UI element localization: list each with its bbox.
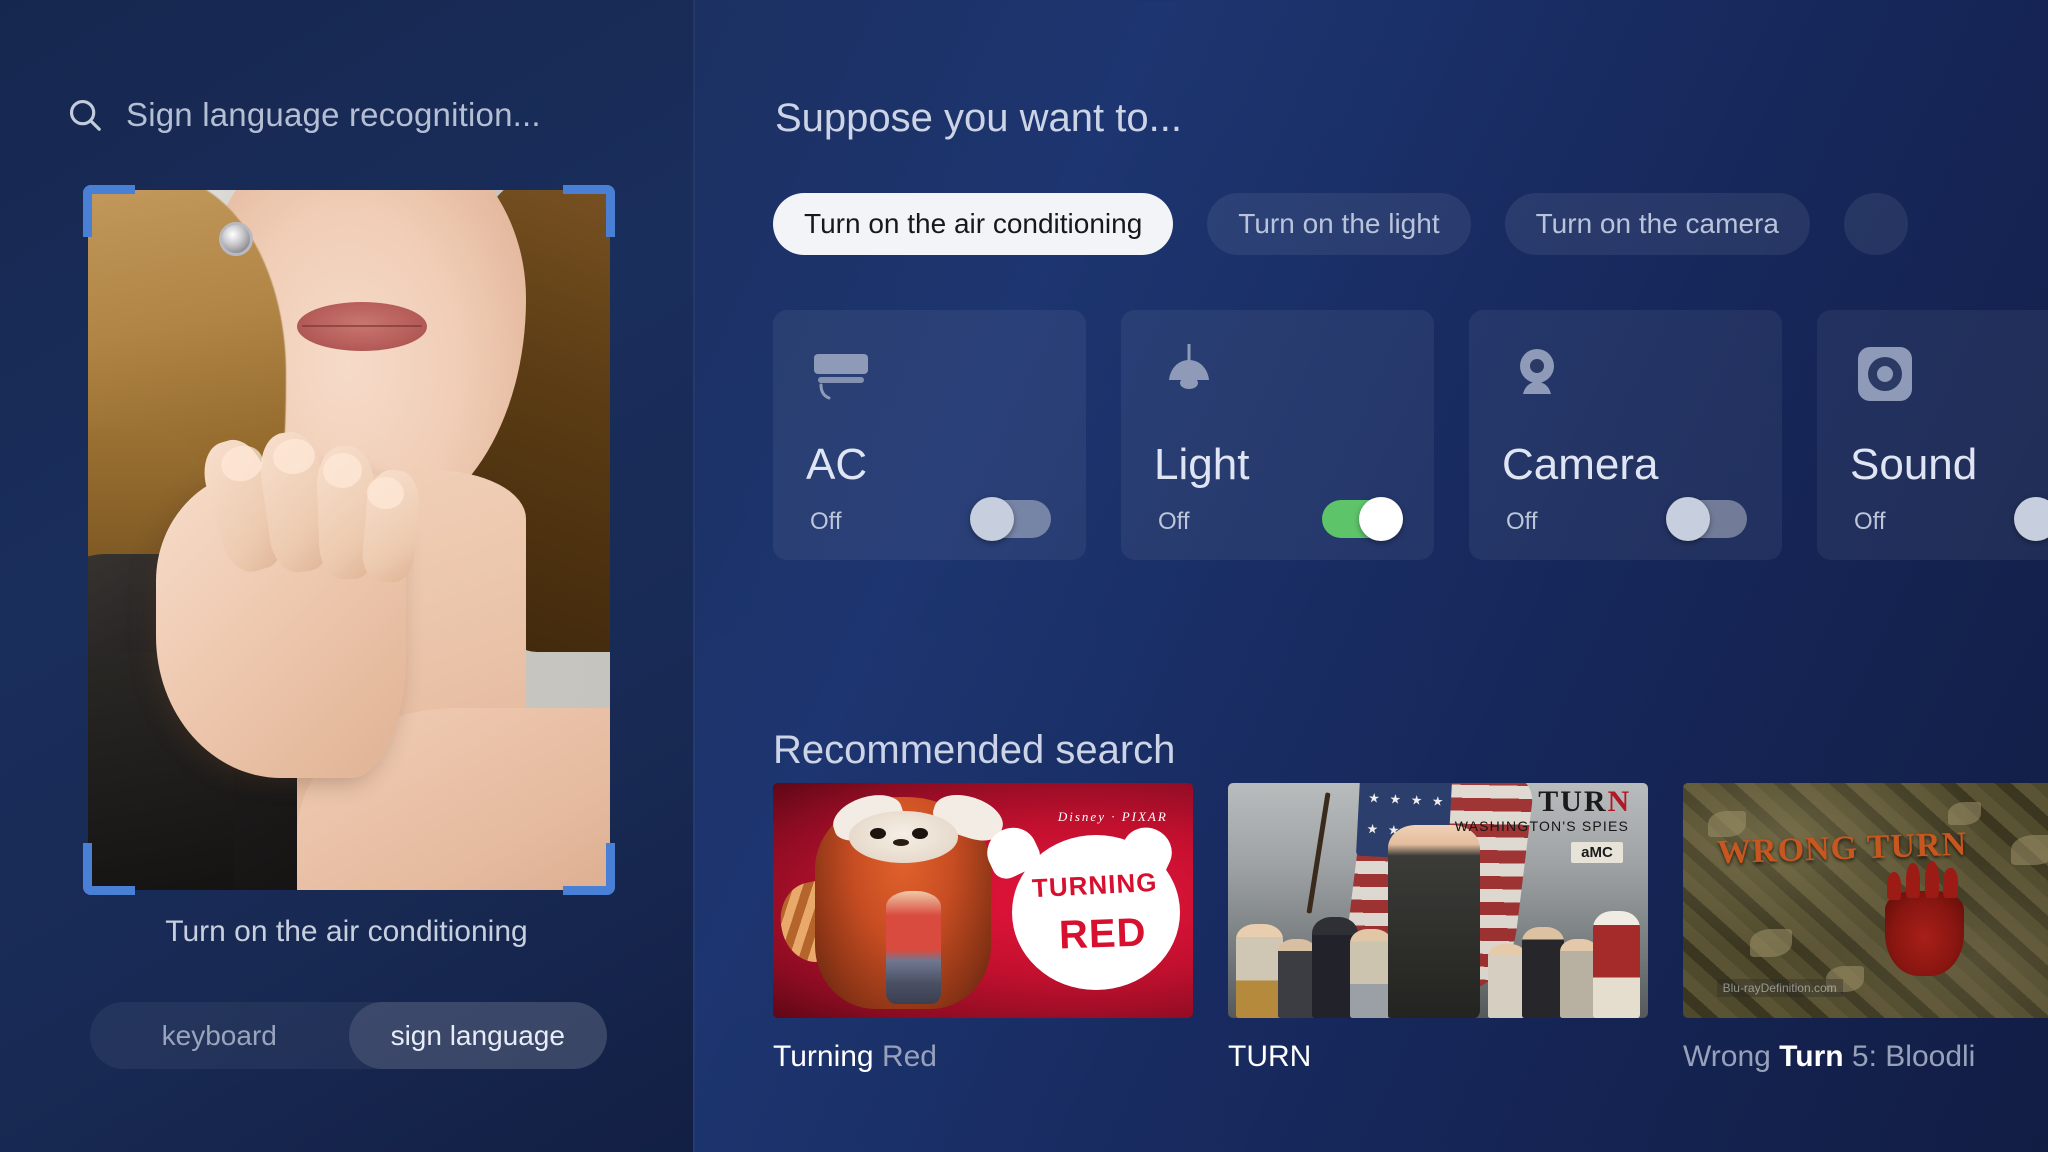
device-toggle-camera[interactable]	[1666, 497, 1747, 541]
sign-language-input-panel: Sign language recognition... Turn on the…	[0, 0, 693, 1152]
device-card-camera[interactable]: Camera Off	[1469, 310, 1782, 560]
frame-corner-top-left-icon	[83, 185, 135, 237]
device-card-light[interactable]: Light Off	[1121, 310, 1434, 560]
search-input[interactable]: Sign language recognition...	[126, 96, 541, 134]
input-mode-sign-language[interactable]: sign language	[348, 1002, 607, 1069]
device-state: Off	[810, 508, 842, 535]
crowd-person	[1236, 924, 1283, 1018]
result-title: Wrong Turn 5: Bloodli	[1683, 1040, 2048, 1074]
chip-turn-on-the-light[interactable]: Turn on the light	[1207, 193, 1471, 255]
input-mode-keyboard[interactable]: keyboard	[90, 1002, 349, 1069]
pendant-lamp-icon	[1157, 342, 1221, 406]
crowd-person	[1488, 944, 1527, 1018]
recommended-results: Disney · PIXAR TURNING RED Turning Red ★…	[773, 783, 2048, 1074]
device-toggle-light[interactable]	[1322, 497, 1403, 541]
leaf	[1750, 928, 1793, 957]
device-name: AC	[806, 440, 868, 489]
turn-poster[interactable]: ★★★★★★★★ TURN WASHINGTON'S SP	[1228, 783, 1648, 1018]
title-match: TURN	[1228, 1040, 1312, 1073]
flag-star-icon: ★	[1389, 791, 1402, 808]
result-item-turn[interactable]: ★★★★★★★★ TURN WASHINGTON'S SP	[1228, 783, 1648, 1074]
result-item-turning-red[interactable]: Disney · PIXAR TURNING RED Turning Red	[773, 783, 1193, 1074]
title-rest: 5: Bloodli	[1843, 1040, 1976, 1073]
toggle-knob	[970, 497, 1014, 541]
turning-red-poster[interactable]: Disney · PIXAR TURNING RED	[773, 783, 1193, 1018]
camera-preview	[88, 190, 610, 890]
webcam-icon	[1505, 342, 1569, 406]
device-card-ac[interactable]: AC Off	[773, 310, 1086, 560]
chip-turn-on-the-air-conditioning[interactable]: Turn on the air conditioning	[773, 193, 1174, 255]
crowd-person	[1349, 929, 1392, 1018]
recommended-search-title: Recommended search	[773, 728, 1176, 772]
toggle-knob	[1666, 497, 1710, 541]
device-toggle-ac[interactable]	[970, 497, 1051, 541]
flag-star-icon: ★	[1410, 793, 1423, 809]
device-name: Light	[1154, 440, 1250, 489]
crowd-person	[1593, 911, 1640, 1018]
suggestion-chips: Turn on the air conditioning Turn on the…	[773, 193, 1908, 255]
poster-studio-text: Disney · PIXAR	[1057, 808, 1168, 824]
crowd-person	[1559, 939, 1598, 1018]
device-card-list: AC Off Light Off Camera Off Sound Off	[773, 310, 2048, 560]
result-title: TURN	[1228, 1040, 1648, 1074]
leaf	[2010, 834, 2048, 866]
result-item-wrong-turn[interactable]: WRONG TURN Blu-rayDefinition.com Wrong T…	[1683, 783, 2048, 1074]
chip-turn-on-the-camera[interactable]: Turn on the camera	[1504, 193, 1810, 255]
crowd-person	[1522, 926, 1564, 1018]
sign-language-camera-frame[interactable]	[83, 185, 615, 895]
device-card-sound[interactable]: Sound Off	[1817, 310, 2048, 560]
girl-character	[886, 891, 941, 1004]
device-state: Off	[1506, 508, 1538, 535]
flag-star-icon: ★	[1366, 821, 1379, 837]
hand-finger	[1905, 862, 1921, 899]
search-bar[interactable]: Sign language recognition...	[66, 96, 541, 134]
device-name: Sound	[1850, 440, 1978, 489]
suggestions-title: Suppose you want to...	[775, 96, 1182, 140]
result-title: Turning Red	[773, 1040, 1193, 1074]
title-match: Turn	[1779, 1040, 1844, 1073]
air-conditioner-icon	[809, 342, 873, 406]
poster-title-line2: RED	[1058, 910, 1148, 958]
device-name: Camera	[1502, 440, 1659, 489]
poster-title: TURN	[1538, 785, 1631, 819]
title-prefix: Wrong	[1683, 1040, 1780, 1073]
wrong-turn-poster[interactable]: WRONG TURN Blu-rayDefinition.com	[1683, 783, 2048, 1018]
device-toggle-sound[interactable]	[2014, 497, 2048, 541]
suggestions-panel: Suppose you want to... Turn on the air c…	[693, 0, 2048, 1152]
lip-line	[302, 325, 423, 328]
frame-corner-top-right-icon	[563, 185, 615, 237]
device-state: Off	[1854, 508, 1886, 535]
camera-photo	[88, 190, 610, 890]
hand-finger	[1924, 860, 1940, 899]
poster-title-text: TURN	[1538, 785, 1632, 819]
input-mode-toggle[interactable]: keyboard sign language	[90, 1002, 607, 1069]
search-icon	[66, 96, 104, 134]
earring	[218, 221, 253, 256]
poster-title-line1: TURNING	[1031, 866, 1158, 904]
crowd-person	[1278, 939, 1317, 1018]
panda-face	[848, 811, 958, 863]
hand-finger	[1886, 872, 1902, 901]
flag-star-icon: ★	[1431, 794, 1445, 810]
speaker-icon	[1853, 342, 1917, 406]
hero-figure	[1387, 825, 1480, 1018]
flag-star-icon: ★	[1368, 790, 1381, 807]
title-rest: Red	[873, 1040, 937, 1073]
device-state: Off	[1158, 508, 1190, 535]
hand-finger	[1943, 867, 1959, 899]
poster-watermark: Blu-rayDefinition.com	[1716, 978, 1843, 997]
bloody-hand	[1884, 891, 1965, 976]
frame-corner-bottom-right-icon	[563, 843, 615, 895]
toggle-knob	[1359, 497, 1403, 541]
frame-corner-bottom-left-icon	[83, 843, 135, 895]
recognized-text: Turn on the air conditioning	[165, 915, 528, 948]
network-badge: aMC	[1571, 841, 1623, 863]
chip-overflow[interactable]	[1843, 193, 1908, 255]
poster-subtitle: WASHINGTON'S SPIES	[1454, 818, 1630, 835]
toggle-knob	[2014, 497, 2048, 541]
title-match: Turning	[773, 1040, 874, 1073]
